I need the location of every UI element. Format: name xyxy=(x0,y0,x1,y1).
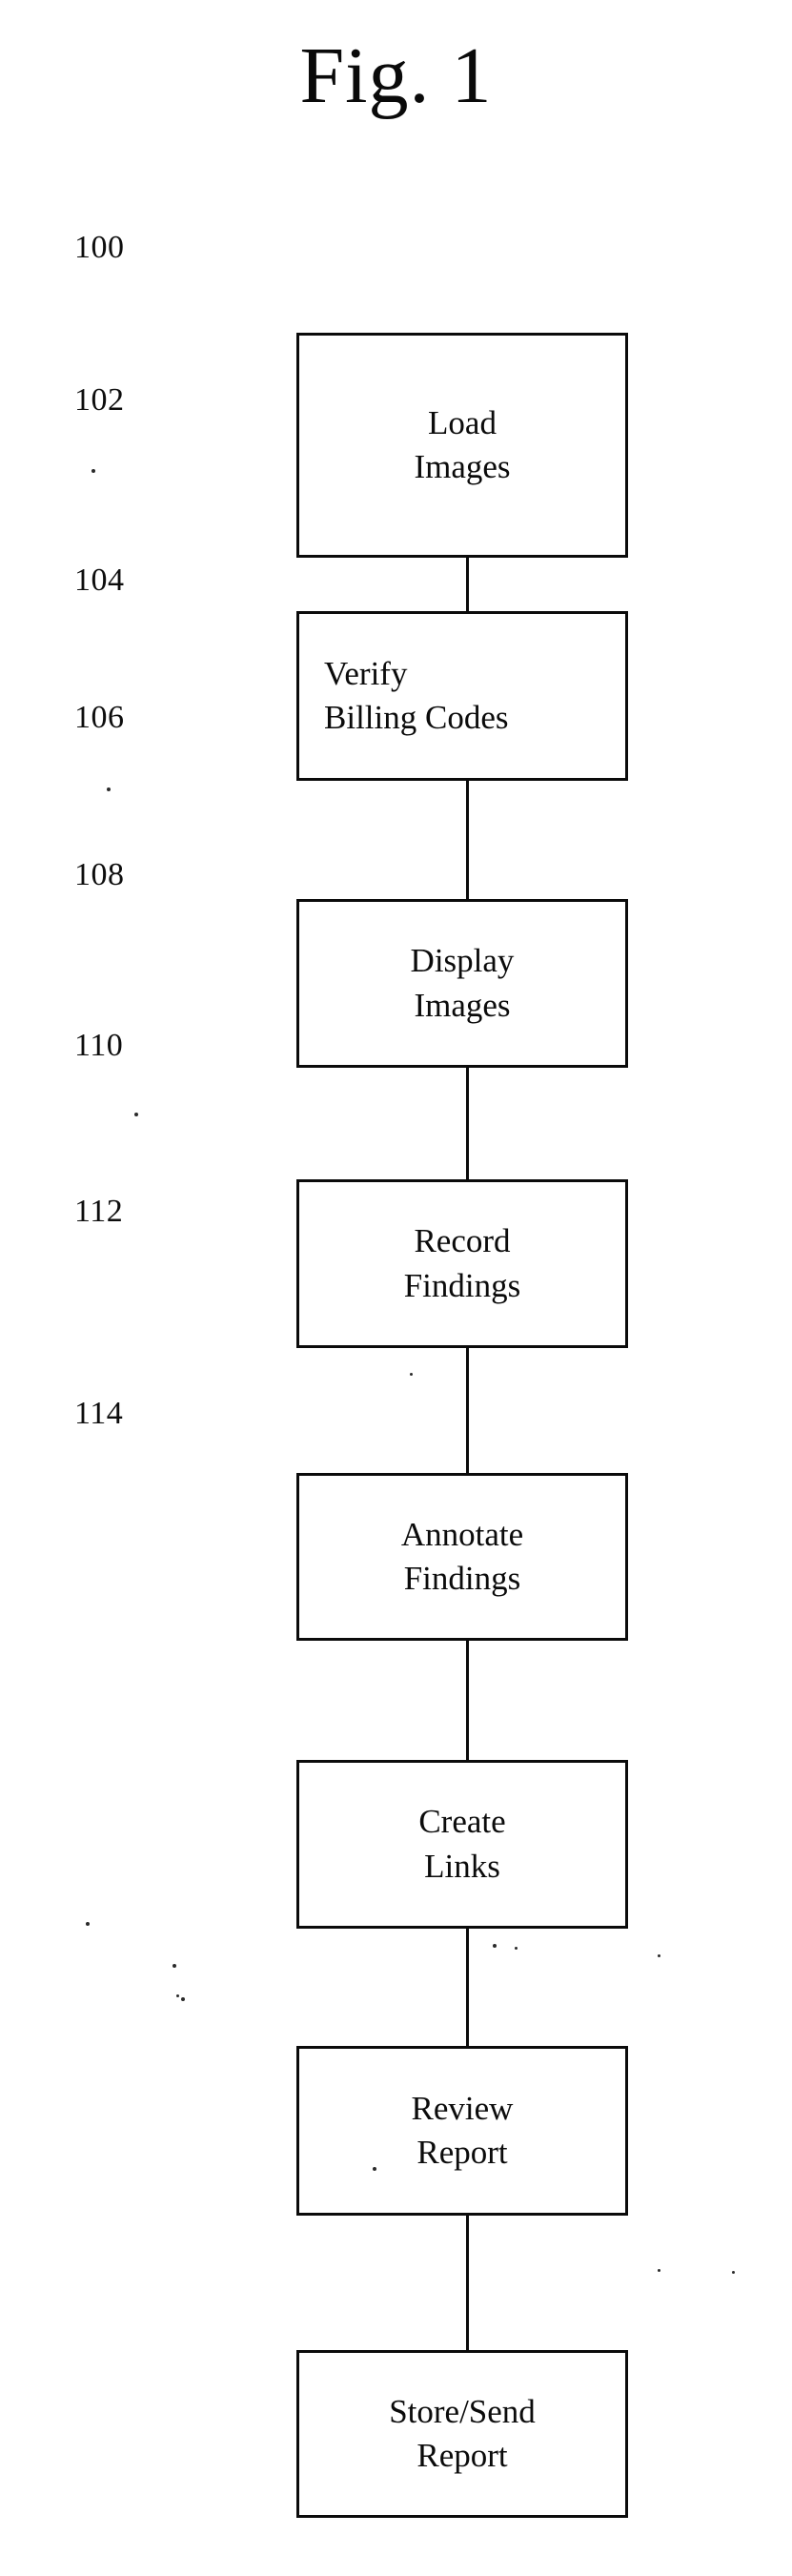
process-box-label-line: Store/Send xyxy=(389,2392,536,2430)
connector-100-to-102 xyxy=(466,558,469,611)
step-reference-number-112: 112 xyxy=(74,1194,124,1229)
step-reference-number-106: 106 xyxy=(74,700,125,735)
process-box-112[interactable]: Review Report xyxy=(296,2046,628,2216)
connector-102-to-104 xyxy=(466,781,469,899)
scan-speck xyxy=(493,1944,497,1948)
process-box-label-line: Load xyxy=(428,403,497,441)
scan-speck xyxy=(86,1922,90,1926)
process-box-label-line: Report xyxy=(416,2437,508,2474)
step-reference-number-100: 100 xyxy=(74,230,125,265)
process-box-label-line: Images xyxy=(414,986,511,1024)
step-reference-number-102: 102 xyxy=(74,382,125,418)
process-box-label-line: Review xyxy=(411,2089,514,2127)
process-box-114[interactable]: Store/Send Report xyxy=(296,2350,628,2518)
scan-speck xyxy=(181,1997,185,2001)
scan-speck xyxy=(732,2271,735,2274)
process-box-110[interactable]: Create Links xyxy=(296,1760,628,1929)
step-reference-number-104: 104 xyxy=(74,562,125,598)
process-box-104[interactable]: Display Images xyxy=(296,899,628,1068)
connector-106-to-108 xyxy=(466,1348,469,1473)
scan-speck xyxy=(173,1964,176,1968)
process-box-label-line: Display xyxy=(410,942,515,980)
process-box-label-line: Links xyxy=(424,1847,500,1885)
scan-speck xyxy=(658,1954,660,1957)
connector-104-to-106 xyxy=(466,1068,469,1179)
connector-110-to-112 xyxy=(466,1929,469,2046)
connector-108-to-110 xyxy=(466,1641,469,1760)
process-box-label-line: Record xyxy=(414,1222,511,1260)
scan-speck xyxy=(658,2269,660,2272)
scan-speck xyxy=(91,469,95,473)
scan-speck xyxy=(373,2167,376,2171)
scan-speck xyxy=(515,1947,518,1950)
step-reference-number-110: 110 xyxy=(74,1028,124,1063)
scan-speck xyxy=(410,1373,413,1376)
step-reference-number-114: 114 xyxy=(74,1396,124,1431)
step-reference-number-108: 108 xyxy=(74,857,125,892)
process-box-108[interactable]: Annotate Findings xyxy=(296,1473,628,1641)
process-box-label-line: Verify xyxy=(324,654,408,692)
process-box-label-line: Report xyxy=(416,2134,508,2171)
scan-speck xyxy=(107,787,111,791)
process-box-102[interactable]: Verify Billing Codes xyxy=(296,611,628,781)
process-box-label-line: Create xyxy=(418,1803,506,1841)
process-box-106[interactable]: Record Findings xyxy=(296,1179,628,1348)
process-box-label-line: Annotate xyxy=(400,1515,524,1553)
process-box-100[interactable]: Load Images xyxy=(296,333,628,558)
connector-112-to-114 xyxy=(466,2216,469,2350)
scan-speck xyxy=(176,1994,179,1997)
process-box-label-line: Billing Codes xyxy=(324,699,509,736)
process-box-label-line: Images xyxy=(414,448,511,485)
scan-speck xyxy=(134,1113,138,1116)
flowchart-diagram: 100 Load Images 102 Verify Billing Codes 104 Di… xyxy=(0,0,792,2576)
process-box-label-line: Findings xyxy=(403,1266,521,1304)
process-box-label-line: Findings xyxy=(403,1560,521,1597)
